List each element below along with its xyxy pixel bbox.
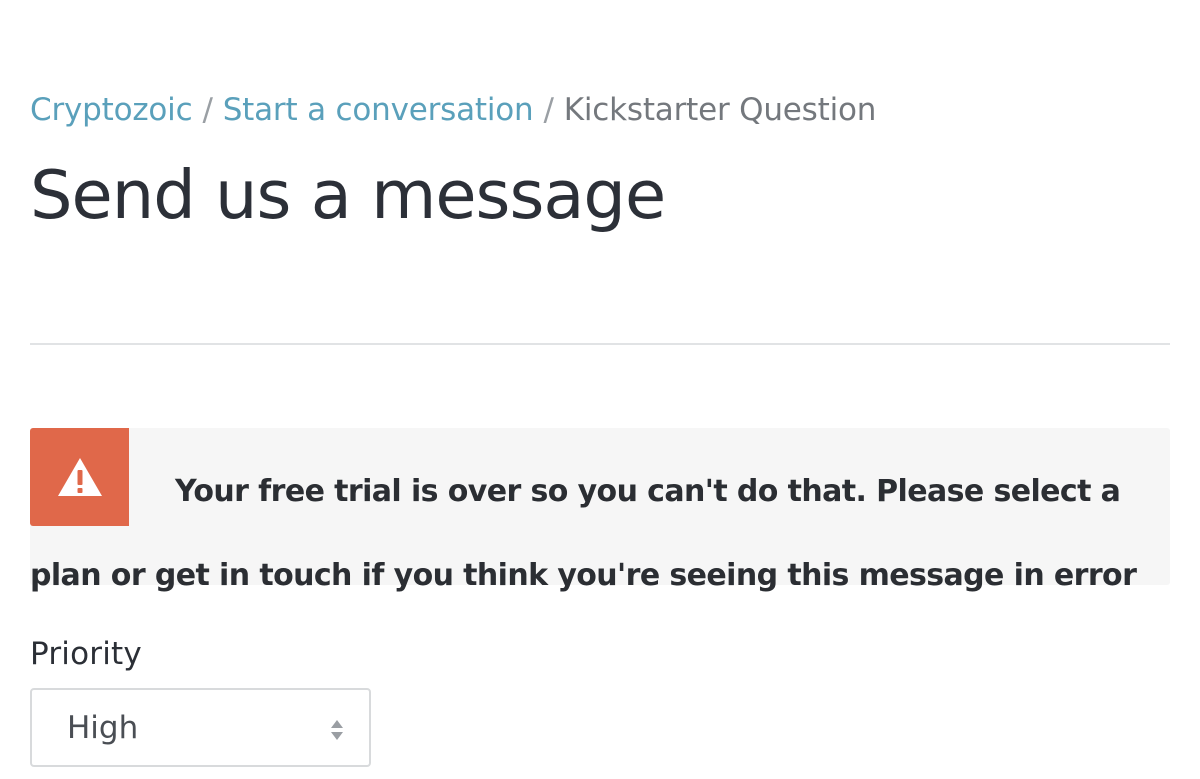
breadcrumb-link-start-conversation[interactable]: Start a conversation xyxy=(223,92,534,128)
priority-select[interactable]: High xyxy=(30,688,371,767)
alert-banner: Your free trial is over so you can't do … xyxy=(30,428,1170,593)
divider xyxy=(30,343,1170,345)
breadcrumb-separator: / xyxy=(543,92,554,128)
priority-label: Priority xyxy=(30,636,142,672)
page-title: Send us a message xyxy=(30,156,666,234)
breadcrumb-separator: / xyxy=(202,92,213,128)
breadcrumb-link-cryptozoic[interactable]: Cryptozoic xyxy=(30,92,193,128)
breadcrumb-current: Kickstarter Question xyxy=(563,92,877,128)
breadcrumb: Cryptozoic / Start a conversation / Kickstar… xyxy=(30,88,876,132)
priority-selected-value: High xyxy=(67,710,139,746)
alert-message: Your free trial is over so you can't do … xyxy=(30,474,1137,593)
select-arrows-icon xyxy=(331,720,343,740)
page-container: Cryptozoic / Start a conversation / Kickstar… xyxy=(30,0,1170,779)
